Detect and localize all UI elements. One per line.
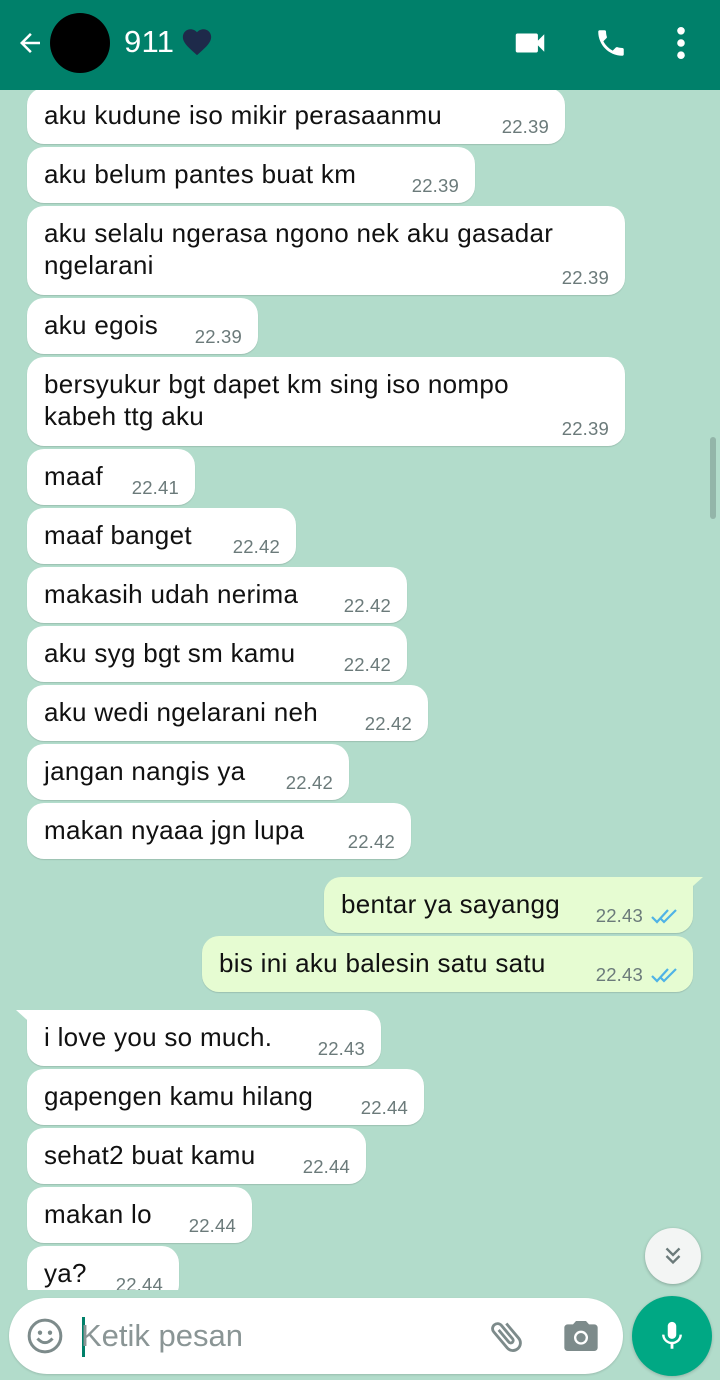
camera-icon[interactable] xyxy=(561,1316,601,1356)
message-text: bis ini aku balesin satu satu xyxy=(219,948,546,978)
contact-name[interactable]: 911 xyxy=(124,24,174,60)
message-time: 22.42 xyxy=(364,713,412,734)
message-text: aku kudune iso mikir perasaanmu xyxy=(44,100,443,130)
message-text: makan lo xyxy=(44,1199,152,1229)
message-time: 22.42 xyxy=(285,772,333,793)
message-text: makasih udah nerima xyxy=(44,579,299,609)
contact-avatar[interactable] xyxy=(50,13,110,73)
double-chevron-down-icon xyxy=(665,1247,681,1265)
bubble-tail xyxy=(16,1010,36,1028)
mic-icon xyxy=(662,1321,682,1349)
heart-emoji-icon xyxy=(182,29,212,56)
message-bubble[interactable]: makan lo 22.44 xyxy=(27,1187,252,1243)
more-options-icon[interactable] xyxy=(668,24,694,62)
message-bubble[interactable]: aku selalu ngerasa ngono nek aku gasadar… xyxy=(27,206,625,295)
message-text: ya? xyxy=(44,1258,87,1288)
message-composer xyxy=(9,1298,623,1374)
message-text: i love you so much. xyxy=(44,1022,273,1052)
message-time: 22.43 xyxy=(595,905,643,926)
message-bubble[interactable]: gapengen kamu hilang 22.44 xyxy=(27,1069,424,1125)
message-bubble-outgoing[interactable]: bis ini aku balesin satu satu 22.43 xyxy=(202,936,693,992)
message-bubble[interactable]: jangan nangis ya 22.42 xyxy=(27,744,349,800)
message-text: bersyukur bgt dapet km sing iso nompo ka… xyxy=(44,369,509,431)
message-time: 22.42 xyxy=(347,831,395,852)
back-button[interactable] xyxy=(12,25,48,61)
read-receipt-icon xyxy=(651,968,677,983)
message-bubble[interactable]: bersyukur bgt dapet km sing iso nompo ka… xyxy=(27,357,625,446)
message-text: aku selalu ngerasa ngono nek aku gasadar… xyxy=(44,218,554,280)
message-time: 22.43 xyxy=(317,1038,365,1059)
message-bubble[interactable]: maaf 22.41 xyxy=(27,449,195,505)
message-time: 22.42 xyxy=(343,654,391,675)
message-input[interactable] xyxy=(81,1314,471,1358)
message-bubble[interactable]: aku kudune iso mikir perasaanmu 22.39 xyxy=(27,90,565,144)
message-text: aku wedi ngelarani neh xyxy=(44,697,319,727)
message-bubble[interactable]: maaf banget 22.42 xyxy=(27,508,296,564)
message-text: jangan nangis ya xyxy=(44,756,246,786)
voice-record-button[interactable] xyxy=(632,1296,712,1376)
message-text: maaf xyxy=(44,461,104,491)
message-time: 22.39 xyxy=(411,175,459,196)
message-text: sehat2 buat kamu xyxy=(44,1140,256,1170)
message-text: bentar ya sayangg xyxy=(341,889,561,919)
chat-header: 911 xyxy=(0,0,720,90)
message-bubble[interactable]: aku wedi ngelarani neh 22.42 xyxy=(27,685,428,741)
chat-messages[interactable]: aku kudune iso mikir perasaanmu 22.39 ak… xyxy=(0,90,720,1290)
emoji-icon[interactable] xyxy=(25,1316,65,1356)
read-receipt-icon xyxy=(651,909,677,924)
message-time: 22.41 xyxy=(131,477,179,498)
scrollbar-thumb[interactable] xyxy=(710,437,716,519)
message-bubble-outgoing[interactable]: bentar ya sayangg 22.43 xyxy=(324,877,703,933)
message-time: 22.44 xyxy=(360,1097,408,1118)
message-text: aku belum pantes buat km xyxy=(44,159,357,189)
video-call-icon[interactable] xyxy=(510,24,550,62)
message-text: gapengen kamu hilang xyxy=(44,1081,314,1111)
message-time: 22.44 xyxy=(115,1274,163,1290)
message-time: 22.39 xyxy=(561,418,609,439)
message-bubble[interactable]: makan nyaaa jgn lupa 22.42 xyxy=(27,803,411,859)
message-bubble[interactable]: makasih udah nerima 22.42 xyxy=(27,567,407,623)
message-text: aku egois xyxy=(44,310,158,340)
message-text: maaf banget xyxy=(44,520,192,550)
message-bubble[interactable]: sehat2 buat kamu 22.44 xyxy=(27,1128,366,1184)
message-time: 22.39 xyxy=(501,116,549,137)
message-bubble[interactable]: aku belum pantes buat km 22.39 xyxy=(27,147,475,203)
message-bubble[interactable]: i love you so much. 22.43 xyxy=(16,1010,381,1066)
message-bubble[interactable]: ya? 22.44 xyxy=(27,1246,179,1290)
message-text: makan nyaaa jgn lupa xyxy=(44,815,305,845)
message-text: aku syg bgt sm kamu xyxy=(44,638,296,668)
back-arrow-icon xyxy=(20,33,40,53)
message-time: 22.42 xyxy=(232,536,280,557)
message-bubble[interactable]: aku syg bgt sm kamu 22.42 xyxy=(27,626,407,682)
message-time: 22.43 xyxy=(595,964,643,985)
phone-call-icon[interactable] xyxy=(594,24,628,62)
message-time: 22.44 xyxy=(188,1215,236,1236)
message-time: 22.39 xyxy=(561,267,609,288)
bubble-tail xyxy=(683,877,703,895)
message-time: 22.42 xyxy=(343,595,391,616)
scroll-to-bottom-button[interactable] xyxy=(645,1228,701,1284)
message-time: 22.39 xyxy=(194,326,242,347)
message-time: 22.44 xyxy=(302,1156,350,1177)
message-bubble[interactable]: aku egois 22.39 xyxy=(27,298,258,354)
attach-icon[interactable] xyxy=(487,1316,527,1356)
